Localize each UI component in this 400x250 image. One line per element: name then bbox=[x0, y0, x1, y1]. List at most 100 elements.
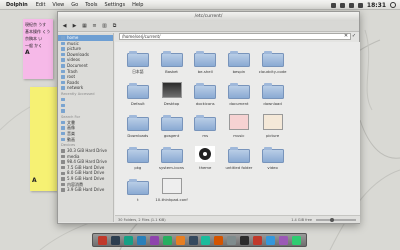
dock-app-icon[interactable] bbox=[266, 235, 276, 245]
folder-icon bbox=[194, 146, 216, 163]
folder-item[interactable]: document bbox=[222, 80, 256, 112]
menu-help[interactable]: Help bbox=[132, 2, 143, 8]
folder-item[interactable]: music bbox=[222, 112, 256, 144]
status-bar: 30 Folders, 2 Files (1.1 KiB) 1.4 GiB fr… bbox=[115, 215, 360, 223]
dock-app-icon[interactable] bbox=[149, 235, 159, 245]
split-icon[interactable]: ⧉ bbox=[111, 23, 118, 30]
menu-view[interactable]: View bbox=[52, 2, 64, 8]
folder-icon bbox=[194, 50, 217, 67]
folder-icon bbox=[126, 146, 149, 163]
drive-icon bbox=[61, 182, 65, 187]
folder-item[interactable]: picture bbox=[256, 112, 290, 144]
file-view[interactable]: 日本語 Basket be-shell bespin cloudcity-code Def… bbox=[115, 42, 360, 215]
dock-app-icon[interactable] bbox=[240, 235, 250, 245]
dock-app-icon[interactable] bbox=[214, 235, 224, 245]
item-label: ms bbox=[202, 133, 209, 138]
folder-item[interactable]: download bbox=[256, 80, 290, 112]
trash-icon bbox=[61, 69, 65, 74]
dock-app-icon[interactable] bbox=[136, 235, 146, 245]
drive-icon bbox=[61, 171, 65, 176]
folder-item[interactable]: Downloads bbox=[121, 112, 155, 144]
calendar-icon bbox=[61, 103, 65, 108]
file-item[interactable]: 10-thinkpad.conf bbox=[155, 176, 189, 208]
folder-icon bbox=[160, 50, 183, 67]
dock-app-icon[interactable] bbox=[162, 235, 172, 245]
grid-view-icon[interactable]: ▦ bbox=[81, 23, 88, 30]
dock-app-icon[interactable] bbox=[227, 235, 237, 245]
network-icon bbox=[61, 86, 65, 90]
app-name[interactable]: Dolphin bbox=[6, 2, 28, 8]
dock-app-icon[interactable] bbox=[292, 235, 302, 245]
battery-icon[interactable] bbox=[348, 2, 354, 8]
zoom-slider-handle[interactable] bbox=[330, 217, 334, 222]
folder-item[interactable]: 日本語 bbox=[121, 48, 155, 80]
zoom-slider[interactable] bbox=[316, 217, 356, 222]
window-titlebar[interactable]: /etc/current/ bbox=[58, 12, 359, 21]
places-sidebar: home music picture Downloads videos Docu… bbox=[58, 33, 114, 222]
sidebar-item-device[interactable]: 3.9 GiB Hard Drive bbox=[58, 187, 113, 193]
system-tray: 18:31 bbox=[330, 1, 396, 9]
note-line: 京稿本 い bbox=[25, 36, 43, 41]
item-label: pkg bbox=[134, 165, 142, 170]
network-icon[interactable] bbox=[330, 2, 336, 8]
folder-item[interactable]: dockicons bbox=[188, 80, 222, 112]
columns-view-icon[interactable]: ▥ bbox=[101, 23, 108, 30]
check-icon[interactable]: ✓ bbox=[351, 32, 357, 39]
bluetooth-icon[interactable] bbox=[339, 2, 345, 8]
folder-icon bbox=[228, 114, 250, 131]
back-icon[interactable]: ◀ bbox=[61, 23, 68, 30]
application-dock bbox=[92, 233, 307, 247]
folder-item[interactable]: video bbox=[256, 144, 290, 176]
folder-item[interactable]: Basket bbox=[155, 48, 189, 80]
video-icon bbox=[61, 137, 65, 142]
dock-app-icon[interactable] bbox=[253, 235, 263, 245]
folder-icon bbox=[126, 82, 149, 99]
dock-app-icon[interactable] bbox=[110, 235, 120, 245]
folder-item[interactable]: be-shell bbox=[188, 48, 222, 80]
folder-item[interactable]: Desktop bbox=[155, 80, 189, 112]
dock-app-icon[interactable] bbox=[123, 235, 133, 245]
item-label: system-icons bbox=[159, 165, 184, 170]
menu-tools[interactable]: Tools bbox=[85, 2, 97, 8]
folder-item[interactable]: untitled folder bbox=[222, 144, 256, 176]
close-icon[interactable]: ✕ bbox=[343, 32, 349, 39]
folder-item[interactable]: bespin bbox=[222, 48, 256, 80]
folder-icon bbox=[194, 82, 217, 99]
folder-item[interactable]: Default bbox=[121, 80, 155, 112]
menu-edit[interactable]: Edit bbox=[36, 2, 46, 8]
forward-icon[interactable]: ▶ bbox=[71, 23, 78, 30]
folder-item[interactable]: pkg bbox=[121, 144, 155, 176]
folder-item[interactable]: system-icons bbox=[155, 144, 189, 176]
folder-icon bbox=[160, 146, 183, 163]
item-label: picture bbox=[265, 133, 280, 138]
folder-icon bbox=[261, 82, 284, 99]
folder-item[interactable]: theme bbox=[188, 144, 222, 176]
dock-app-icon[interactable] bbox=[188, 235, 198, 245]
folder-icon bbox=[160, 114, 183, 131]
dock-app-icon[interactable] bbox=[279, 235, 289, 245]
location-bar[interactable]: /home/serj/current/ bbox=[119, 33, 351, 40]
drive-icon bbox=[61, 165, 65, 170]
power-icon[interactable] bbox=[390, 2, 396, 8]
folder-item[interactable]: gosgent bbox=[155, 112, 189, 144]
dock-app-icon[interactable] bbox=[175, 235, 185, 245]
sticky-note-pink[interactable]: 現紀京 うす 基本操作 くう 京稿本 い 一般 かく A bbox=[23, 19, 53, 79]
menu-settings[interactable]: Settings bbox=[105, 2, 126, 8]
menu-go[interactable]: Go bbox=[71, 2, 78, 8]
item-label: t bbox=[137, 197, 139, 202]
dock-app-icon[interactable] bbox=[201, 235, 211, 245]
folder-item[interactable]: ms bbox=[188, 112, 222, 144]
sticky-note-yellow[interactable]: A bbox=[30, 87, 57, 191]
note-line: 基本操作 くう bbox=[25, 29, 51, 34]
folder-item[interactable]: t bbox=[121, 176, 155, 208]
clock[interactable]: 18:31 bbox=[367, 2, 386, 9]
volume-icon[interactable] bbox=[357, 2, 363, 8]
folder-icon bbox=[61, 52, 65, 57]
folder-item[interactable]: cloudcity-code bbox=[256, 48, 290, 80]
window-title: /etc/current/ bbox=[194, 14, 223, 19]
folder-icon bbox=[227, 50, 250, 67]
dock-app-icon[interactable] bbox=[97, 235, 107, 245]
item-label: dockicons bbox=[195, 101, 215, 106]
item-label: download bbox=[263, 101, 282, 106]
list-view-icon[interactable]: ≡ bbox=[91, 23, 98, 30]
